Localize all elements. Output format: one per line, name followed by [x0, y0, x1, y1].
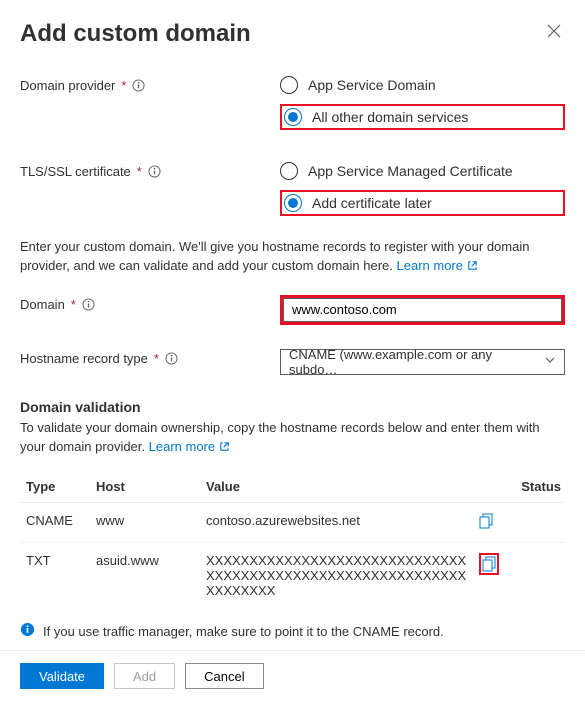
domain-validation-heading: Domain validation	[20, 399, 565, 415]
col-status: Status	[505, 471, 565, 503]
select-value: CNAME (www.example.com or any subdo…	[289, 347, 544, 377]
learn-more-link[interactable]: Learn more	[397, 258, 478, 273]
domain-validation-text: To validate your domain ownership, copy …	[20, 419, 565, 458]
cell-type: TXT	[20, 543, 90, 609]
validate-button[interactable]: Validate	[20, 663, 104, 689]
hostname-records-table: Type Host Value Status CNAME www contoso…	[20, 471, 565, 608]
external-link-icon	[219, 439, 230, 458]
close-button[interactable]	[543, 20, 565, 42]
required-asterisk: *	[137, 164, 142, 179]
external-link-icon	[467, 258, 478, 277]
cell-value: XXXXXXXXXXXXXXXXXXXXXXXXXXXXXXXXXXXXXXXX…	[200, 543, 473, 609]
radio-app-service-managed-certificate[interactable]: App Service Managed Certificate	[280, 162, 565, 180]
table-row: CNAME www contoso.azurewebsites.net	[20, 503, 565, 543]
info-icon[interactable]	[148, 165, 161, 178]
required-asterisk: *	[154, 351, 159, 366]
required-asterisk: *	[71, 297, 76, 312]
col-value: Value	[200, 471, 473, 503]
info-icon[interactable]	[82, 298, 95, 311]
radio-icon	[284, 108, 302, 126]
radio-label: Add certificate later	[312, 195, 432, 211]
add-button: Add	[114, 663, 175, 689]
domain-provider-label: Domain provider	[20, 78, 115, 93]
radio-all-other-domain-services[interactable]: All other domain services	[284, 108, 468, 126]
hostname-record-type-label: Hostname record type	[20, 351, 148, 366]
col-host: Host	[90, 471, 200, 503]
intro-text: Enter your custom domain. We'll give you…	[20, 238, 565, 277]
radio-icon	[280, 162, 298, 180]
chevron-down-icon	[544, 354, 556, 369]
cell-status	[505, 543, 565, 609]
col-copy	[473, 471, 505, 503]
copy-button[interactable]	[479, 513, 493, 529]
cell-type: CNAME	[20, 503, 90, 543]
copy-icon	[482, 556, 496, 572]
cancel-button[interactable]: Cancel	[185, 663, 263, 689]
copy-icon	[479, 513, 493, 529]
radio-label: App Service Domain	[308, 77, 436, 93]
radio-icon	[280, 76, 298, 94]
radio-icon	[284, 194, 302, 212]
tls-certificate-label: TLS/SSL certificate	[20, 164, 131, 179]
validation-text-body: To validate your domain ownership, copy …	[20, 420, 540, 454]
radio-label: App Service Managed Certificate	[308, 163, 513, 179]
domain-input[interactable]	[283, 298, 562, 322]
info-icon[interactable]	[132, 79, 145, 92]
domain-label: Domain	[20, 297, 65, 312]
cell-host: asuid.www	[90, 543, 200, 609]
copy-button[interactable]	[479, 553, 499, 575]
radio-add-certificate-later[interactable]: Add certificate later	[284, 194, 432, 212]
cell-status	[505, 503, 565, 543]
info-icon	[20, 622, 35, 640]
cell-value: contoso.azurewebsites.net	[200, 503, 473, 543]
traffic-manager-note: If you use traffic manager, make sure to…	[43, 624, 444, 639]
info-icon[interactable]	[165, 352, 178, 365]
close-icon	[547, 24, 561, 38]
hostname-record-type-select[interactable]: CNAME (www.example.com or any subdo…	[280, 349, 565, 375]
radio-app-service-domain[interactable]: App Service Domain	[280, 76, 565, 94]
required-asterisk: *	[121, 78, 126, 93]
col-type: Type	[20, 471, 90, 503]
cell-host: www	[90, 503, 200, 543]
table-row: TXT asuid.www XXXXXXXXXXXXXXXXXXXXXXXXXX…	[20, 543, 565, 609]
radio-label: All other domain services	[312, 109, 468, 125]
page-title: Add custom domain	[20, 20, 251, 48]
learn-more-link[interactable]: Learn more	[149, 439, 230, 454]
